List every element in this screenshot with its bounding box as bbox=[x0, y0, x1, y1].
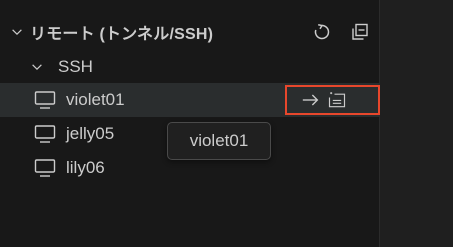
arrow-right-icon bbox=[302, 94, 319, 106]
vscode-window: リモート (トンネル/SSH) SSH violet01 jelly05 lil… bbox=[0, 0, 453, 247]
refresh-button[interactable] bbox=[312, 22, 332, 42]
open-in-new-window-icon bbox=[328, 92, 346, 108]
remote-explorer-panel: リモート (トンネル/SSH) SSH violet01 jelly05 lil… bbox=[0, 0, 380, 247]
editor-area bbox=[380, 0, 453, 247]
refresh-icon bbox=[314, 24, 330, 40]
host-row-violet01[interactable]: violet01 bbox=[0, 83, 380, 117]
ssh-group-row[interactable]: SSH bbox=[0, 53, 380, 81]
host-tooltip: violet01 bbox=[167, 122, 271, 160]
host-label: violet01 bbox=[66, 90, 125, 109]
chevron-down-icon bbox=[12, 29, 22, 36]
connect-current-window-button[interactable] bbox=[301, 90, 321, 110]
section-title: リモート (トンネル/SSH) bbox=[30, 26, 214, 43]
host-row-actions bbox=[285, 85, 380, 115]
monitor-icon bbox=[34, 159, 56, 177]
monitor-icon bbox=[34, 91, 56, 109]
collapse-all-icon bbox=[352, 23, 368, 40]
connect-new-window-button[interactable] bbox=[327, 90, 347, 110]
host-label: jelly05 bbox=[66, 124, 115, 143]
section-header-actions bbox=[312, 18, 370, 46]
host-label: lily06 bbox=[66, 158, 105, 177]
tooltip-text: violet01 bbox=[189, 131, 249, 150]
collapse-all-button[interactable] bbox=[350, 22, 370, 42]
ssh-group-label: SSH bbox=[58, 57, 93, 76]
chevron-down-icon bbox=[32, 64, 42, 71]
monitor-icon bbox=[34, 125, 56, 143]
remote-section-header[interactable]: リモート (トンネル/SSH) bbox=[0, 18, 380, 46]
